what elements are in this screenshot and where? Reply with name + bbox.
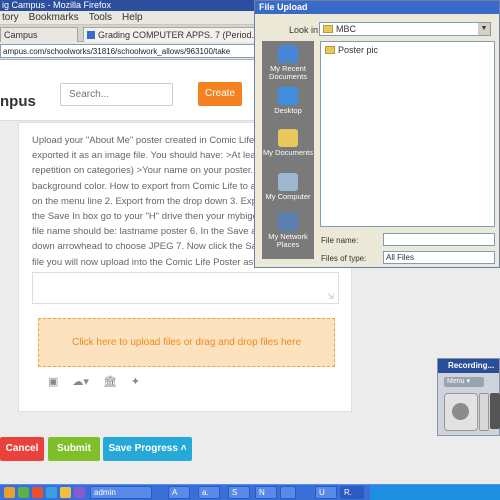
task-label: admin bbox=[94, 488, 116, 497]
network-places-icon bbox=[278, 213, 298, 231]
recent-documents-icon bbox=[278, 45, 298, 63]
task-label: R. bbox=[344, 488, 352, 497]
site-logo[interactable]: npus bbox=[0, 93, 36, 110]
chevron-down-icon[interactable]: ▼ bbox=[478, 23, 490, 35]
my-documents-icon bbox=[278, 129, 298, 147]
recorder-menu-button[interactable]: Menu ▾ bbox=[444, 377, 484, 387]
place-recent-documents[interactable]: My Recent Documents bbox=[262, 45, 314, 81]
file-name: Poster pic bbox=[338, 45, 379, 55]
menu-help[interactable]: Help bbox=[122, 11, 143, 24]
quicklaunch-icon[interactable] bbox=[46, 487, 57, 498]
taskbar-task[interactable]: a. bbox=[198, 486, 220, 499]
tab-label: Grading COMPUTER APPS. 7 (Period. 2... bbox=[98, 30, 255, 40]
search-input[interactable] bbox=[60, 83, 173, 106]
library-icon[interactable]: 🏛 bbox=[103, 375, 117, 388]
image-icon[interactable]: ▣ bbox=[48, 375, 58, 388]
taskbar-task[interactable]: U bbox=[315, 486, 337, 499]
taskbar-task[interactable]: S bbox=[228, 486, 250, 499]
dialog-title: File Upload bbox=[255, 1, 499, 14]
place-label: My Documents bbox=[262, 148, 313, 157]
resize-grip-icon[interactable]: ⇲ bbox=[327, 292, 334, 301]
menu-history[interactable]: tory bbox=[2, 11, 19, 24]
place-network[interactable]: My Network Places bbox=[262, 213, 314, 249]
create-button[interactable]: Create bbox=[198, 82, 242, 106]
attachment-toolbar: ▣ ☁▾ 🏛 ✦ bbox=[48, 373, 140, 389]
recording-title: Recording... bbox=[438, 359, 499, 373]
record-icon bbox=[452, 403, 469, 420]
url-text: ampus.com/schoolworks/31816/schoolwork_a… bbox=[3, 47, 231, 56]
place-label: My Recent Documents bbox=[269, 64, 307, 81]
menu-tools[interactable]: Tools bbox=[89, 11, 112, 24]
place-label: My Computer bbox=[265, 192, 311, 201]
file-list[interactable]: Poster pic bbox=[320, 41, 495, 227]
desktop-icon bbox=[278, 87, 298, 105]
places-bar: My Recent Documents Desktop My Documents… bbox=[262, 41, 314, 259]
place-my-computer[interactable]: My Computer bbox=[262, 173, 314, 201]
place-label: My Network Places bbox=[268, 232, 308, 249]
quicklaunch-icon[interactable] bbox=[32, 487, 43, 498]
file-upload-dialog: File Upload Look in: MBC ▼ My Recent Doc… bbox=[254, 0, 500, 268]
task-label: a. bbox=[202, 488, 209, 497]
look-in-value: MBC bbox=[336, 24, 356, 34]
taskbar: admin A a. S N U R. bbox=[0, 484, 500, 500]
quicklaunch-icon[interactable] bbox=[74, 487, 85, 498]
recording-widget: Recording... Menu ▾ bbox=[437, 358, 500, 436]
taskbar-task[interactable]: admin bbox=[90, 486, 152, 499]
address-bar[interactable]: ampus.com/schoolworks/31816/schoolwork_a… bbox=[0, 44, 260, 58]
site-favicon-icon bbox=[87, 31, 95, 39]
record-options-button[interactable] bbox=[479, 393, 489, 431]
file-name-label: File name: bbox=[321, 236, 359, 245]
tab-grading[interactable]: Grading COMPUTER APPS. 7 (Period. 2... bbox=[83, 27, 255, 42]
list-item[interactable]: Poster pic bbox=[325, 45, 378, 55]
system-tray bbox=[370, 485, 500, 500]
quicklaunch-icon[interactable] bbox=[4, 487, 15, 498]
task-label: S bbox=[232, 488, 238, 497]
save-progress-button[interactable]: Save Progress ˄ bbox=[103, 437, 192, 461]
place-label: Desktop bbox=[274, 106, 302, 115]
task-label: U bbox=[319, 488, 325, 497]
cloud-icon[interactable]: ☁▾ bbox=[72, 375, 89, 388]
taskbar-task[interactable]: N bbox=[255, 486, 277, 499]
submit-button[interactable]: Submit bbox=[48, 437, 100, 461]
taskbar-task[interactable]: A bbox=[168, 486, 190, 499]
browser-title: ig Campus - Mozilla Firefox bbox=[2, 0, 112, 10]
folder-icon bbox=[325, 46, 335, 54]
folder-icon bbox=[323, 25, 333, 33]
my-computer-icon bbox=[278, 173, 298, 191]
recorder-menu-label: Menu bbox=[447, 378, 465, 385]
pin-icon[interactable]: ✦ bbox=[131, 375, 140, 388]
look-in-select[interactable]: MBC ▼ bbox=[319, 22, 491, 36]
file-dropzone[interactable]: Click here to upload files or drag and d… bbox=[38, 318, 335, 367]
file-name-field[interactable] bbox=[383, 233, 495, 246]
task-label: A bbox=[172, 488, 178, 497]
menu-bookmarks[interactable]: Bookmarks bbox=[29, 11, 79, 24]
look-in-label: Look in: bbox=[289, 25, 321, 35]
tab-label: Campus bbox=[4, 30, 38, 40]
quicklaunch-icon[interactable] bbox=[18, 487, 29, 498]
files-of-type-select[interactable]: All Files bbox=[383, 251, 495, 264]
cancel-button[interactable]: Cancel bbox=[0, 437, 44, 461]
tab-campus[interactable]: Campus bbox=[0, 27, 78, 42]
taskbar-task[interactable]: R. bbox=[340, 486, 364, 499]
recorder-side-panel bbox=[490, 393, 500, 429]
place-my-documents[interactable]: My Documents bbox=[262, 129, 314, 157]
comment-textarea[interactable]: ⇲ bbox=[32, 272, 339, 304]
files-of-type-label: Files of type: bbox=[321, 254, 367, 263]
taskbar-task[interactable] bbox=[280, 486, 296, 499]
record-button[interactable] bbox=[444, 393, 478, 431]
place-desktop[interactable]: Desktop bbox=[262, 87, 314, 115]
quicklaunch-icon[interactable] bbox=[60, 487, 71, 498]
task-label: N bbox=[259, 488, 265, 497]
